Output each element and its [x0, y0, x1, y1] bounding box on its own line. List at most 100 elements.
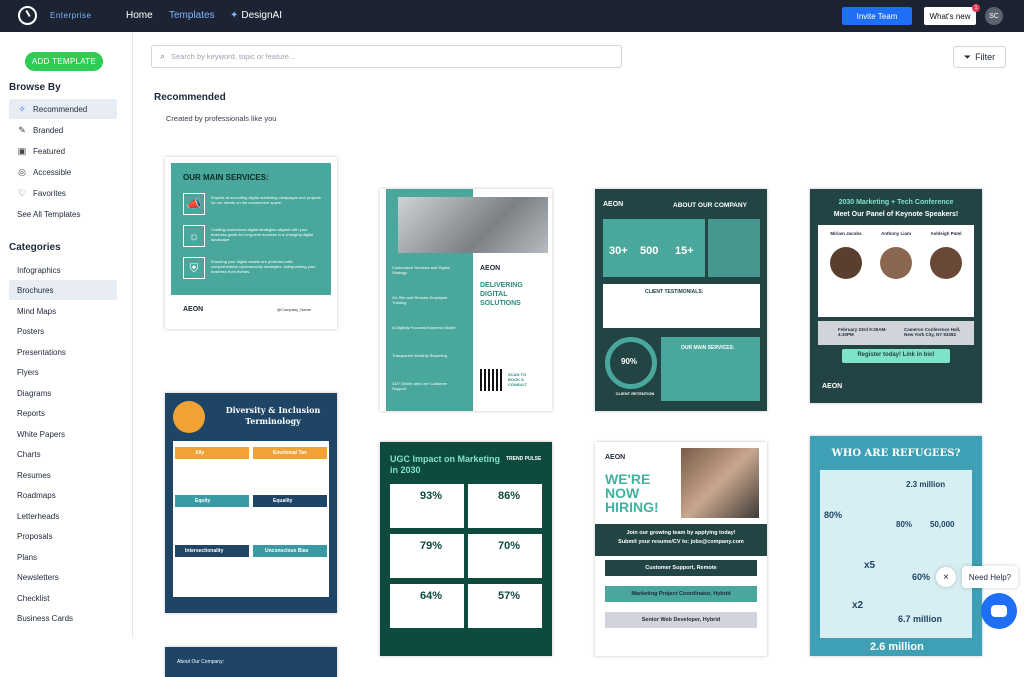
team-photo: [681, 448, 759, 518]
main-content: ⌕ ⏷ Filter Recommended Created by profes…: [133, 32, 1024, 677]
term-label: Unconscious Bias: [265, 548, 309, 554]
sparkle-icon: ✧: [18, 104, 26, 114]
testimonials-heading: CLIENT TESTIMONIALS:: [645, 289, 704, 295]
template-card-diversity[interactable]: Diversity & Inclusion Terminology Ally E…: [165, 393, 337, 613]
category-roadmaps[interactable]: Roadmaps: [9, 485, 117, 505]
user-avatar[interactable]: SC: [985, 7, 1003, 25]
term-label: Equity: [195, 498, 211, 504]
card-title: Diversity & Inclusion Terminology: [225, 405, 321, 426]
need-help-bubble[interactable]: Need Help?: [962, 566, 1018, 588]
stat-value: 2.6 million: [870, 641, 924, 653]
add-template-button[interactable]: ADD TEMPLATE: [25, 52, 103, 71]
category-proposals[interactable]: Proposals: [9, 526, 117, 546]
chat-launcher-button[interactable]: [981, 593, 1017, 629]
categories-heading: Categories: [9, 242, 61, 253]
category-newsletters[interactable]: Newsletters: [9, 567, 117, 587]
feature-text: Transparent Monthly Reporting: [392, 353, 447, 358]
category-reports[interactable]: Reports: [9, 403, 117, 423]
calendar-icon: ▣: [17, 146, 27, 156]
app-logo-icon[interactable]: [18, 6, 37, 25]
card-title: UGC Impact on Marketing in 2030: [390, 454, 501, 475]
stat-value: 50,000: [930, 520, 955, 529]
template-card-refugees[interactable]: WHO ARE REFUGEES? 2.3 million 80% 80% 50…: [810, 436, 982, 656]
nav-templates[interactable]: Templates: [169, 10, 215, 21]
template-card-main-services[interactable]: OUR MAIN SERVICES: 📣 Experts at executin…: [165, 157, 337, 329]
stat-value: 64%: [420, 590, 443, 602]
accessibility-icon: ◎: [18, 167, 26, 177]
feature-text: A Digitally Focused Business Model: [392, 325, 456, 330]
nav-designai[interactable]: ✦ DesignAI: [230, 10, 282, 21]
template-card-about-company[interactable]: AEON ABOUT OUR COMPANY 30+ 500 15+ CLIEN…: [595, 189, 767, 411]
template-card-conference[interactable]: 2030 Marketing + Tech Conference Meet Ou…: [810, 189, 982, 403]
close-chat-button[interactable]: ×: [936, 567, 956, 587]
browse-by-heading: Browse By: [9, 82, 61, 93]
category-posters[interactable]: Posters: [9, 321, 117, 341]
sidebar-item-favorites[interactable]: ♡ Favorites: [9, 183, 117, 203]
term-label: Intersectionality: [185, 548, 224, 554]
brush-icon: ✎: [18, 125, 26, 135]
retention-value: 90%: [621, 357, 638, 366]
category-resumes[interactable]: Resumes: [9, 465, 117, 485]
card-brand: AEON: [183, 306, 204, 313]
stat-value: 57%: [498, 590, 521, 602]
category-mind-maps[interactable]: Mind Maps: [9, 301, 117, 321]
submit-text: Submit your resume/CV to: jobs@company.c…: [618, 539, 744, 545]
feature-text: On-Site and Remote Employee Training: [392, 295, 448, 305]
stat-value: 15+: [675, 245, 694, 257]
stat-value: 70%: [498, 540, 521, 552]
category-white-papers[interactable]: White Papers: [9, 424, 117, 444]
search-input[interactable]: [171, 52, 602, 61]
laptop-photo: [398, 197, 548, 253]
filter-icon: ⏷: [963, 51, 972, 62]
job-listing: Senior Web Developer, Hybrid: [641, 617, 721, 623]
section-heading: Recommended: [154, 92, 226, 103]
sidebar-item-featured[interactable]: ▣ Featured: [9, 141, 117, 161]
card-brand: TREND PULSE: [506, 456, 542, 462]
sidebar-item-accessible[interactable]: ◎ Accessible: [9, 162, 117, 182]
job-listing: Customer Support, Remote: [645, 565, 717, 571]
card-title: DELIVERING DIGITAL SOLUTIONS: [480, 282, 523, 307]
stat-value: 93%: [420, 490, 443, 502]
category-charts[interactable]: Charts: [9, 444, 117, 464]
sidebar-item-see-all[interactable]: See All Templates: [9, 204, 117, 224]
category-letterheads[interactable]: Letterheads: [9, 506, 117, 526]
category-flyers[interactable]: Flyers: [9, 362, 117, 382]
template-card-ugc-impact[interactable]: UGC Impact on Marketing in 2030 TREND PU…: [380, 442, 552, 656]
template-card-hiring[interactable]: AEON WE'RE NOW HIRING! Join our growing …: [595, 442, 767, 656]
nav-home[interactable]: Home: [126, 10, 153, 21]
feature-text: 24/7 Online and Live Customer Support: [392, 381, 448, 391]
template-card-digital-solutions[interactable]: AEON DELIVERING DIGITAL SOLUTIONS Custom…: [380, 189, 552, 411]
card-title: OUR MAIN SERVICES:: [183, 173, 269, 182]
card-title: WE'RE NOW HIRING!: [605, 471, 659, 515]
search-box[interactable]: ⌕: [151, 45, 622, 68]
speaker-photo: [880, 247, 912, 279]
template-card-about-company-partial[interactable]: About Our Company:: [165, 647, 337, 677]
category-plans[interactable]: Plans: [9, 547, 117, 567]
stat-value: 60%: [912, 572, 931, 582]
category-checklist[interactable]: Checklist: [9, 588, 117, 608]
category-presentations[interactable]: Presentations: [9, 342, 117, 362]
filter-button[interactable]: ⏷ Filter: [953, 46, 1006, 68]
invite-team-button[interactable]: Invite Team: [842, 7, 912, 25]
notification-badge: 1: [972, 4, 980, 12]
category-business-cards[interactable]: Business Cards: [9, 608, 117, 628]
event-location: Cameron Conference Hall, New York City, …: [904, 327, 961, 337]
category-infographics[interactable]: Infographics: [9, 260, 117, 280]
speaker-photo: [930, 247, 962, 279]
card-title: WHO ARE REFUGEES?: [831, 448, 961, 459]
sidebar: ADD TEMPLATE Browse By ✧ Recommended ✎ Bra…: [0, 32, 133, 638]
chat-icon: [991, 605, 1007, 617]
speaker-photo: [830, 247, 862, 279]
card-brand: AEON: [480, 265, 501, 272]
category-brochures[interactable]: Brochures: [9, 280, 117, 300]
whats-new-button[interactable]: What's new: [924, 7, 976, 25]
search-icon: ⌕: [160, 51, 166, 61]
stat-value: 6.7 million: [898, 614, 943, 624]
sidebar-item-branded[interactable]: ✎ Branded: [9, 120, 117, 140]
card-brand: AEON: [605, 454, 626, 461]
scan-text: SCAN TO BOOK A CONSULT: [508, 372, 528, 387]
stat-value: x2: [852, 600, 864, 611]
speaker-name: Miriam Jacobs: [830, 231, 862, 236]
sidebar-item-recommended[interactable]: ✧ Recommended: [9, 99, 117, 119]
category-diagrams[interactable]: Diagrams: [9, 383, 117, 403]
